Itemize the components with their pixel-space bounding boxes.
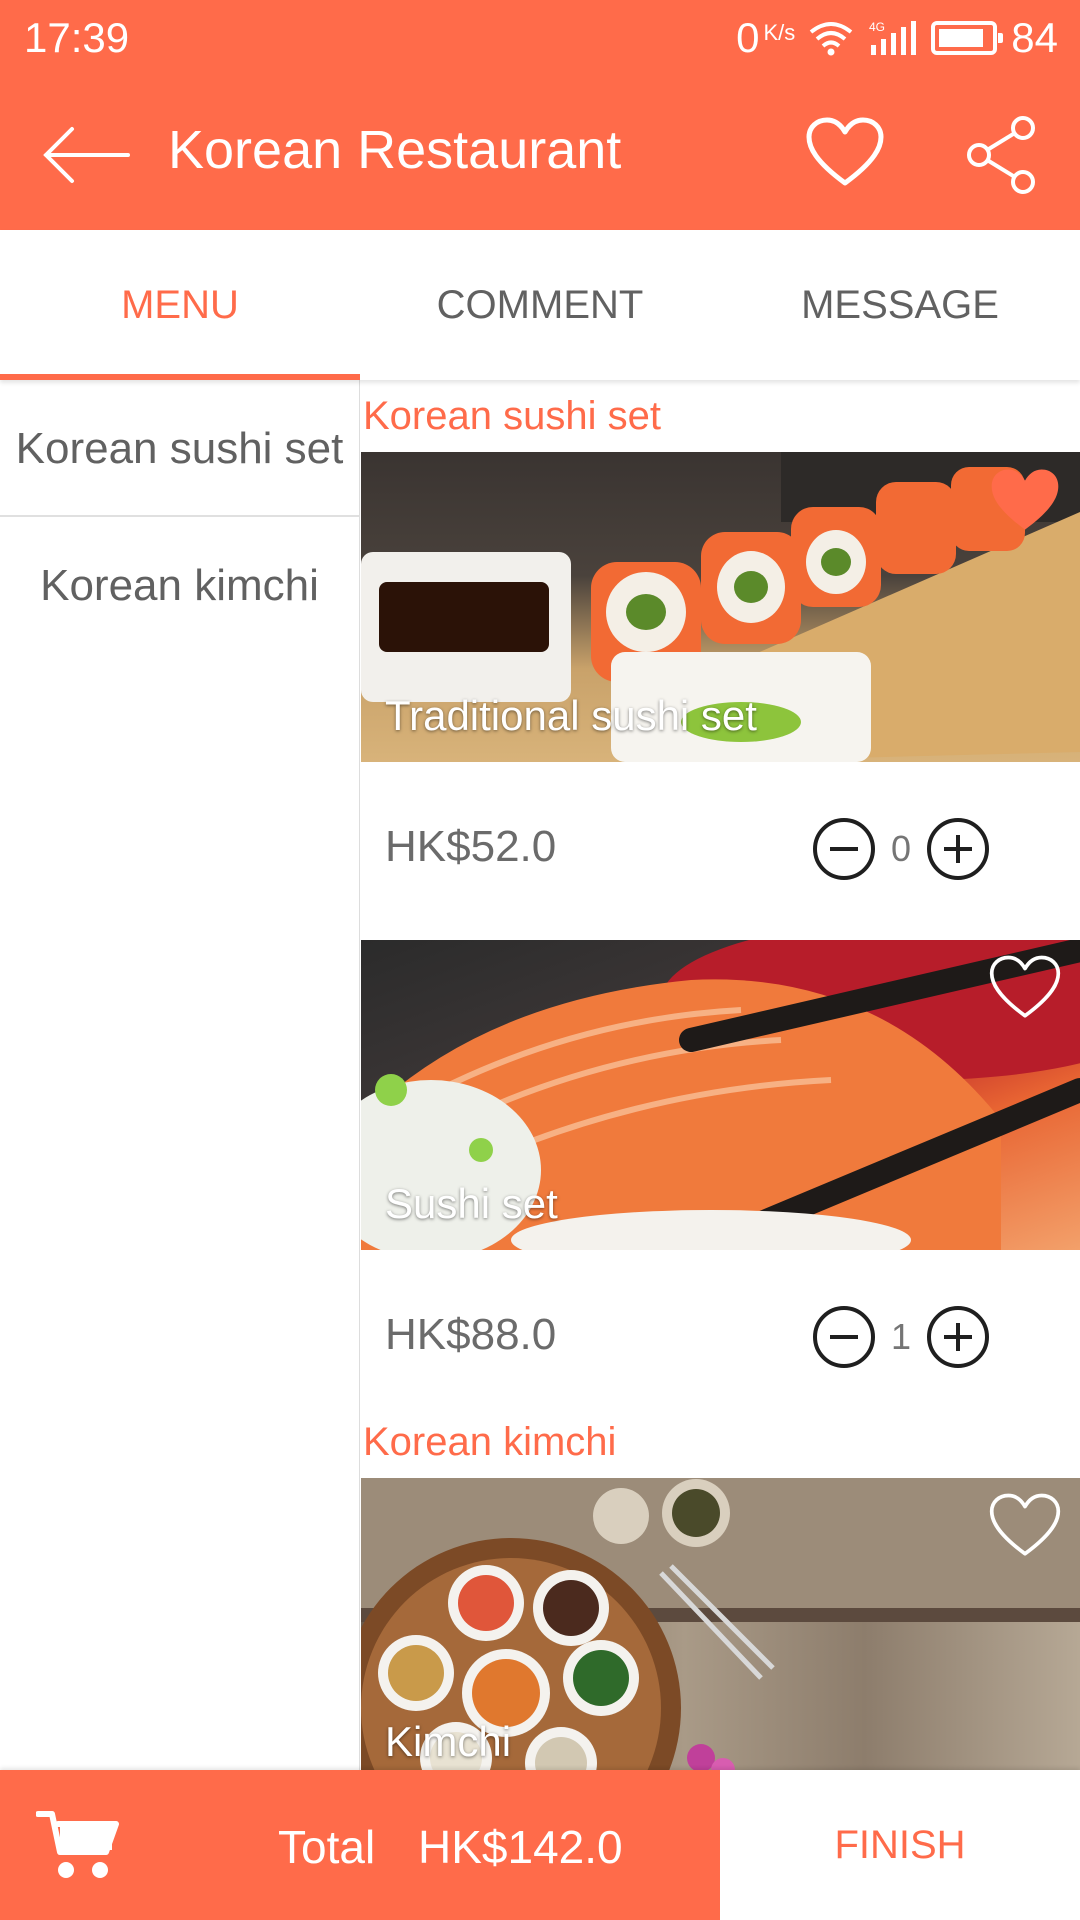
quantity-value: 1 xyxy=(890,1316,912,1357)
svg-text:4G: 4G xyxy=(869,20,885,34)
checkout-bar: Total HK$142.0 FINISH xyxy=(0,1770,1080,1920)
menu-list: Korean sushi set Traditional sushi set H… xyxy=(361,380,1080,1770)
heart-outline-icon[interactable] xyxy=(988,1492,1062,1560)
cart-summary[interactable]: Total HK$142.0 xyxy=(0,1770,720,1920)
category-sidebar: Korean sushi set Korean kimchi xyxy=(0,380,360,1770)
arrow-left-icon[interactable] xyxy=(40,125,130,185)
dish-photo[interactable]: Sushi set xyxy=(361,940,1080,1250)
dish-photo[interactable]: Kimchi xyxy=(361,1478,1080,1770)
shopping-cart-icon xyxy=(36,1811,119,1878)
section-title: Korean kimchi xyxy=(363,1420,617,1464)
dish-name: Traditional sushi set xyxy=(385,692,757,739)
category-item-kimchi[interactable]: Korean kimchi xyxy=(0,517,359,654)
plus-icon[interactable] xyxy=(927,1306,989,1368)
dish-name: Sushi set xyxy=(385,1180,558,1227)
minus-icon[interactable] xyxy=(813,1306,875,1368)
status-icons: 0 K/s 4G 84 xyxy=(736,14,1058,62)
tab-message[interactable]: MESSAGE xyxy=(720,230,1080,380)
status-time: 17:39 xyxy=(24,14,130,61)
page-title: Korean Restaurant xyxy=(168,120,622,180)
total-label: Total xyxy=(278,1821,376,1873)
heart-outline-icon[interactable] xyxy=(988,954,1062,1022)
restaurant-screen: 17:39 0 K/s 4G 84 Korean Restaurant MENU… xyxy=(0,0,1080,1920)
price-row: HK$52.0 0 xyxy=(361,762,1080,940)
minus-icon[interactable] xyxy=(813,818,875,880)
section-title: Korean sushi set xyxy=(363,394,661,438)
quantity-value: 0 xyxy=(890,828,912,869)
dish-price: HK$88.0 xyxy=(385,1310,557,1359)
heart-filled-icon[interactable] xyxy=(988,466,1062,534)
total-value: HK$142.0 xyxy=(418,1821,623,1873)
dish-photo[interactable]: Traditional sushi set xyxy=(361,452,1080,762)
finish-button[interactable]: FINISH xyxy=(720,1770,1080,1920)
price-row: HK$88.0 1 xyxy=(361,1250,1080,1406)
status-bar: 17:39 0 K/s 4G 84 xyxy=(0,0,1080,75)
wifi-icon xyxy=(810,22,853,56)
share-icon[interactable] xyxy=(965,115,1037,195)
tab-comment[interactable]: COMMENT xyxy=(360,230,720,380)
quantity-stepper: 0 xyxy=(813,818,989,880)
plus-icon[interactable] xyxy=(927,818,989,880)
tab-bar: MENU COMMENT MESSAGE xyxy=(0,230,1080,380)
network-speed: 0 K/s xyxy=(736,14,796,61)
dish-name: Kimchi xyxy=(385,1718,512,1765)
heart-outline-icon[interactable] xyxy=(805,117,885,189)
category-item-sushi[interactable]: Korean sushi set xyxy=(0,380,359,517)
battery-level: 84 xyxy=(1011,14,1058,61)
dish-price: HK$52.0 xyxy=(385,822,557,871)
signal-icon: 4G xyxy=(869,20,917,55)
battery-icon xyxy=(931,21,1004,55)
tab-menu[interactable]: MENU xyxy=(0,230,360,380)
app-bar: Korean Restaurant xyxy=(0,75,1080,230)
quantity-stepper: 1 xyxy=(813,1306,989,1368)
